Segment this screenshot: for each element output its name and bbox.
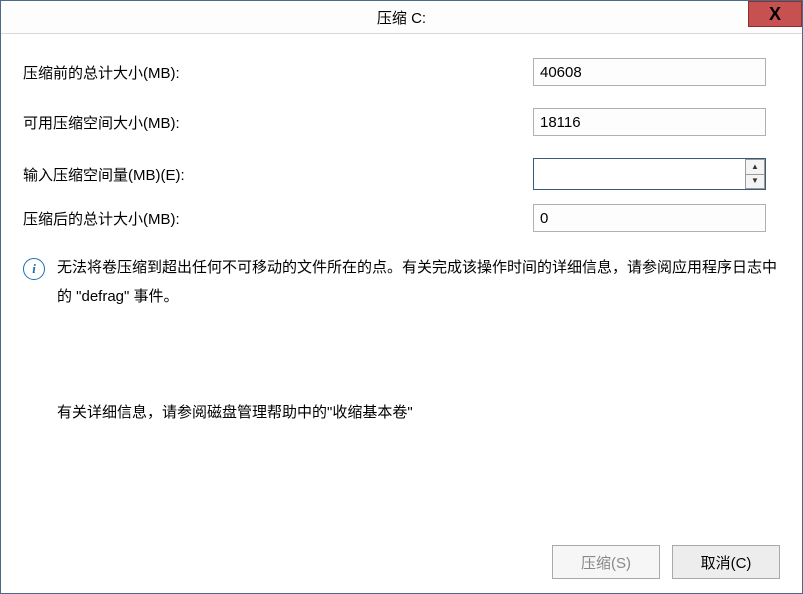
shrink-amount-input[interactable] xyxy=(534,159,745,189)
titlebar: 压缩 C: X xyxy=(1,1,802,34)
row-total-after: 压缩后的总计大小(MB): 0 xyxy=(23,204,780,232)
spinner-up-button[interactable]: ▲ xyxy=(745,159,765,174)
label-total-before: 压缩前的总计大小(MB): xyxy=(23,62,533,83)
info-block: i 无法将卷压缩到超出任何不可移动的文件所在的点。有关完成该操作时间的详细信息，… xyxy=(23,254,780,311)
info-icon: i xyxy=(23,258,45,280)
value-available: 18116 xyxy=(533,108,766,136)
window-title: 压缩 C: xyxy=(377,7,426,28)
cancel-button-label: 取消(C) xyxy=(701,552,752,573)
spinner-down-button[interactable]: ▼ xyxy=(745,174,765,190)
shrink-button[interactable]: 压缩(S) xyxy=(552,545,660,579)
shrink-volume-dialog: 压缩 C: X 压缩前的总计大小(MB): 40608 可用压缩空间大小(MB)… xyxy=(0,0,803,594)
dialog-content: 压缩前的总计大小(MB): 40608 可用压缩空间大小(MB): 18116 … xyxy=(1,34,802,593)
info-primary-text: 无法将卷压缩到超出任何不可移动的文件所在的点。有关完成该操作时间的详细信息，请参… xyxy=(57,254,780,311)
label-available: 可用压缩空间大小(MB): xyxy=(23,112,533,133)
spinner-buttons: ▲ ▼ xyxy=(745,159,765,189)
label-input-amount: 输入压缩空间量(MB)(E): xyxy=(23,164,533,185)
value-total-before: 40608 xyxy=(533,58,766,86)
row-total-before: 压缩前的总计大小(MB): 40608 xyxy=(23,58,780,86)
row-input-amount: 输入压缩空间量(MB)(E): ▲ ▼ xyxy=(23,158,780,190)
shrink-button-label: 压缩(S) xyxy=(581,552,631,573)
close-icon: X xyxy=(769,4,781,25)
value-total-after: 0 xyxy=(533,204,766,232)
chevron-down-icon: ▼ xyxy=(751,177,759,185)
shrink-amount-spinner: ▲ ▼ xyxy=(533,158,766,190)
row-available: 可用压缩空间大小(MB): 18116 xyxy=(23,108,780,136)
dialog-buttons: 压缩(S) 取消(C) xyxy=(552,545,780,579)
label-total-after: 压缩后的总计大小(MB): xyxy=(23,208,533,229)
chevron-up-icon: ▲ xyxy=(751,163,759,171)
close-button[interactable]: X xyxy=(748,1,802,27)
cancel-button[interactable]: 取消(C) xyxy=(672,545,780,579)
info-secondary-text: 有关详细信息，请参阅磁盘管理帮助中的"收缩基本卷" xyxy=(57,401,780,422)
